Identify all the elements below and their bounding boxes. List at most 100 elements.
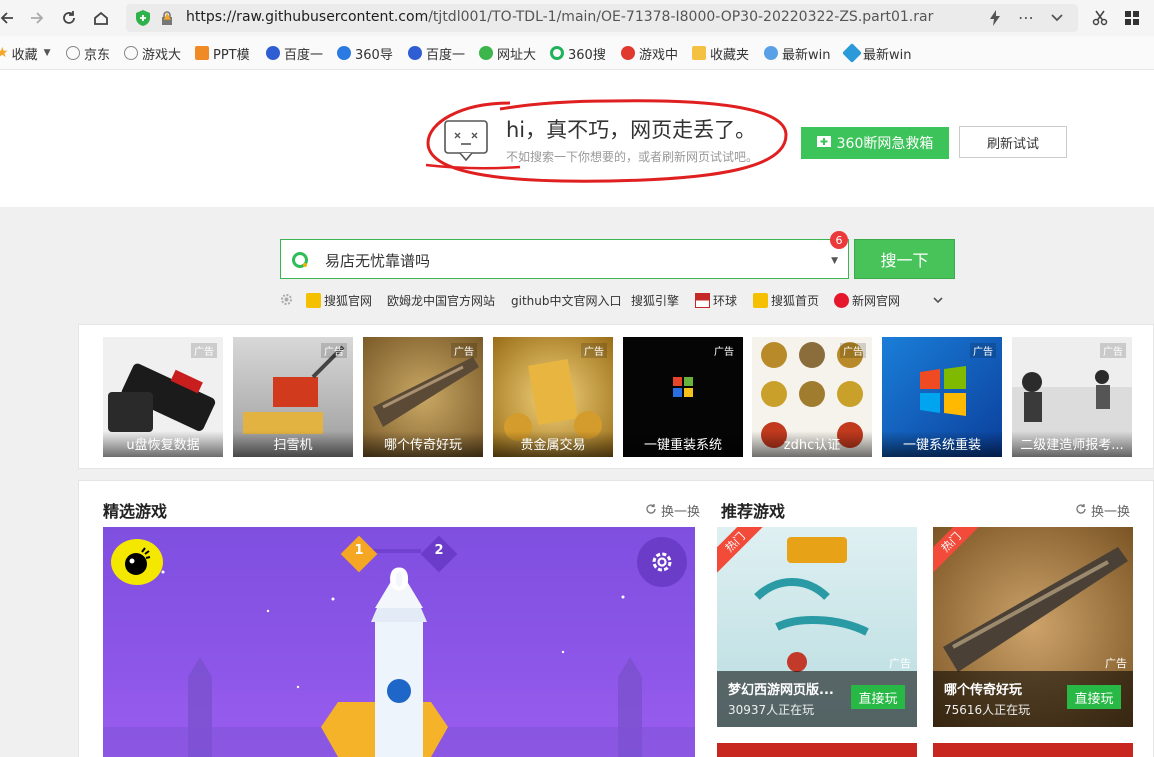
ad-tile[interactable]: 广告 一键重装系统 xyxy=(623,337,743,457)
bookmark-item[interactable]: 360搜 xyxy=(550,44,606,63)
play-now-button[interactable]: 直接玩 xyxy=(1067,685,1121,709)
bookmark-item[interactable]: 360导 xyxy=(337,44,393,63)
expand-chevron-icon[interactable] xyxy=(932,294,944,310)
ad-tile[interactable]: 广告 贵金属交易 xyxy=(493,337,613,457)
quick-link-label: 欧姆龙中国官方网站 xyxy=(387,293,496,308)
ad-tag: 广告 xyxy=(840,343,866,358)
shield-icon xyxy=(136,10,150,30)
bookmark-label: 收藏夹 xyxy=(710,47,750,63)
sad-face-icon xyxy=(444,120,488,166)
back-icon[interactable] xyxy=(0,6,18,30)
site-nav-icon xyxy=(479,46,493,60)
quick-link[interactable]: 搜狐首页 xyxy=(753,291,819,309)
recommended-game-card-partial[interactable] xyxy=(717,743,917,757)
baidu-paw-icon xyxy=(266,46,280,60)
refresh-small-icon xyxy=(645,503,657,519)
scissors-icon[interactable] xyxy=(1092,10,1108,30)
bookmark-label: 最新win xyxy=(863,47,912,63)
bookmark-item[interactable]: 百度一 xyxy=(408,44,465,63)
rescue-label: 360断网急救箱 xyxy=(836,136,934,152)
play-now-button[interactable]: 直接玩 xyxy=(851,685,905,709)
swap-button[interactable]: 换一换 xyxy=(645,501,700,520)
bookmark-item[interactable]: 网址大 xyxy=(479,44,536,63)
settings-gear-icon[interactable] xyxy=(280,293,293,310)
chevron-down-icon[interactable] xyxy=(1050,11,1064,29)
ad-tag: 广告 xyxy=(451,343,477,358)
refresh-button[interactable]: 刷新试试 xyxy=(959,126,1067,158)
ad-tile[interactable]: 广告 u盘恢复数据 xyxy=(103,337,223,457)
game-score: 0 xyxy=(388,563,410,598)
ad-tag: 广告 xyxy=(711,343,737,358)
quick-link-label: 搜狐首页 xyxy=(771,293,820,308)
caret-down-icon: ▼ xyxy=(43,48,51,58)
ad-tile[interactable]: 广告 二级建造师报考... xyxy=(1012,337,1132,457)
quick-link[interactable]: 搜狐官网 xyxy=(306,291,372,309)
bookmark-item[interactable]: 最新win xyxy=(842,43,912,63)
quick-link[interactable]: 环球 xyxy=(695,291,737,309)
bookmark-item[interactable]: 京东 xyxy=(66,44,111,63)
insecure-lock-icon xyxy=(160,11,174,29)
game-name: 梦幻西游网页版... xyxy=(728,683,834,698)
ad-tile[interactable]: 广告 扫雪机 xyxy=(233,337,353,457)
globe-icon xyxy=(124,46,138,60)
address-bar[interactable]: https://raw.githubusercontent.com/tjtdl0… xyxy=(126,4,1078,32)
bookmark-label: 京东 xyxy=(84,47,111,63)
dropdown-caret-icon[interactable]: ▼ xyxy=(831,256,838,266)
ad-caption: 二级建造师报考... xyxy=(1012,431,1132,457)
swap-label: 换一换 xyxy=(1091,505,1131,520)
bookmark-item[interactable]: 收藏夹 xyxy=(692,44,750,63)
quick-link[interactable]: 欧姆龙中国官方网站 xyxy=(387,291,495,309)
more-icon[interactable]: ⋯ xyxy=(1018,8,1034,27)
search-button[interactable]: 搜一下 xyxy=(854,239,955,279)
url-text[interactable]: https://raw.githubusercontent.com/tjtdl0… xyxy=(186,9,933,25)
quick-link[interactable]: github中文官网入口 xyxy=(511,291,622,309)
huanqiu-icon xyxy=(695,292,710,308)
lightning-icon[interactable] xyxy=(988,10,1002,30)
quick-link[interactable]: 新网官网 xyxy=(834,291,900,309)
ad-tag: 广告 xyxy=(581,343,607,358)
ad-tag: 广告 xyxy=(1105,657,1127,670)
search-input[interactable]: 易店无忧靠谱吗 ▼ xyxy=(280,239,849,279)
ad-tile[interactable]: 广告 zdhc认证 xyxy=(752,337,872,457)
quick-link[interactable]: 搜狐引擎 xyxy=(631,291,679,309)
home-icon[interactable] xyxy=(90,6,112,30)
game-center-icon xyxy=(621,46,635,60)
ad-tag: 广告 xyxy=(191,343,217,358)
recommended-game-card[interactable]: 热门 广告 梦幻西游网页版... 30937人正在玩 直接玩 xyxy=(717,527,917,727)
quick-link-label: github中文官网入口 xyxy=(511,293,622,308)
bookmark-item[interactable]: 最新win xyxy=(764,44,830,63)
recommended-game-card[interactable]: 热门 广告 哪个传奇好玩 75616人正在玩 直接玩 xyxy=(933,527,1133,727)
game-settings-icon[interactable] xyxy=(637,537,687,587)
ad-caption: 一键系统重装 xyxy=(882,431,1002,457)
ad-tile[interactable]: 广告 一键系统重装 xyxy=(882,337,1002,457)
ad-caption: 哪个传奇好玩 xyxy=(363,431,483,457)
featured-game-canvas[interactable]: 1 2 0 xyxy=(103,527,695,757)
recommended-game-card-partial[interactable] xyxy=(933,743,1133,757)
player-count: 30937人正在玩 xyxy=(728,703,815,717)
folder-icon xyxy=(692,46,706,60)
forward-icon[interactable] xyxy=(26,6,48,30)
bookmark-label: 360搜 xyxy=(568,47,606,63)
apps-grid-icon[interactable] xyxy=(1124,10,1140,30)
ppt-icon xyxy=(195,46,209,60)
game-info-bar: 梦幻西游网页版... 30937人正在玩 直接玩 xyxy=(717,671,917,727)
bookmark-item[interactable]: 游戏大 xyxy=(124,44,181,63)
bookmark-item[interactable]: 百度一 xyxy=(266,44,323,63)
ad-caption: zdhc认证 xyxy=(752,431,872,457)
reload-icon[interactable] xyxy=(58,6,80,30)
game-info-bar: 哪个传奇好玩 75616人正在玩 直接玩 xyxy=(933,671,1133,727)
player-count: 75616人正在玩 xyxy=(944,703,1031,717)
network-rescue-button[interactable]: 360断网急救箱 xyxy=(801,127,949,159)
ad-caption: 一键重装系统 xyxy=(623,431,743,457)
ad-tile[interactable]: 广告 哪个传奇好玩 xyxy=(363,337,483,457)
search-query: 易店无忧靠谱吗 xyxy=(325,252,431,270)
browser-toolbar: https://raw.githubusercontent.com/tjtdl0… xyxy=(0,0,1154,36)
quick-link-label: 搜狐引擎 xyxy=(631,293,680,308)
ad-tag: 广告 xyxy=(970,343,996,358)
bookmark-item[interactable]: PPT模 xyxy=(195,44,250,63)
bookmark-item[interactable]: ★ 收藏 ▼ xyxy=(0,44,51,63)
bookmark-item[interactable]: 游戏中 xyxy=(621,44,678,63)
quick-link-label: 搜狐官网 xyxy=(324,293,373,308)
bookmark-label: 收藏 xyxy=(11,47,38,63)
swap-button[interactable]: 换一换 xyxy=(1075,501,1130,520)
